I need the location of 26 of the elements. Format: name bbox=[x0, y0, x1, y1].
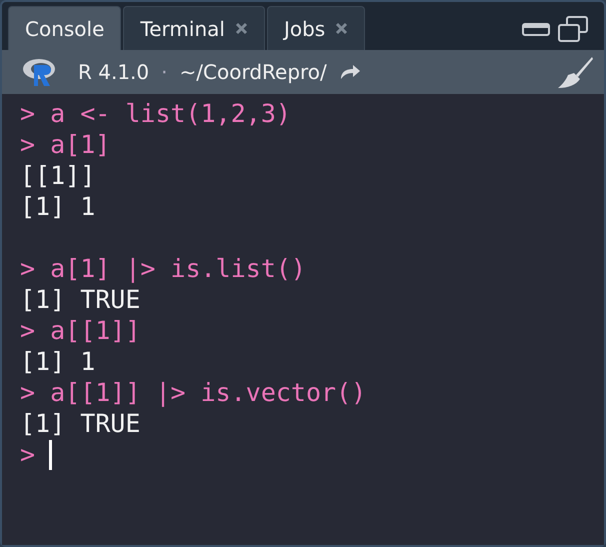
console-input-line: > a <- list(1,2,3) bbox=[20, 98, 291, 129]
r-version: R 4.1.0 bbox=[78, 59, 150, 86]
console-input-line: > a[1] bbox=[20, 129, 110, 160]
working-directory: ~/CoordRepro/ bbox=[180, 59, 327, 86]
maximize-icon[interactable] bbox=[558, 16, 588, 42]
close-icon[interactable] bbox=[335, 22, 348, 35]
tab[interactable]: Terminal bbox=[123, 6, 265, 50]
console-input-line: > a[[1]] |> is.vector() bbox=[20, 377, 366, 408]
console-output[interactable]: > a <- list(1,2,3) > a[1] [[1]] [1] 1 > a[1] |> is.list() [1] TRUE > a[[1]] [1] 1 > a[[1]] |> is.vector() [1] TRUE > bbox=[2, 94, 604, 545]
console-input-line: > a[1] |> is.list() bbox=[20, 253, 306, 284]
console-input-line: > a[[1]] bbox=[20, 315, 140, 346]
console-output-line: [1] 1 bbox=[20, 191, 96, 222]
console-output-line: [1] TRUE bbox=[20, 408, 140, 439]
console-output-line: [1] TRUE bbox=[20, 284, 140, 315]
r-logo-icon bbox=[22, 57, 58, 87]
close-icon[interactable] bbox=[234, 22, 248, 35]
text-cursor bbox=[49, 440, 52, 470]
minimize-icon[interactable] bbox=[522, 22, 550, 36]
separator: · bbox=[161, 59, 168, 86]
broom-icon[interactable] bbox=[556, 55, 594, 89]
console-output-line: [[1]] bbox=[20, 160, 96, 191]
console-input-line: > bbox=[20, 439, 36, 470]
tab[interactable]: Jobs bbox=[266, 6, 366, 50]
arrow-icon[interactable] bbox=[338, 64, 361, 80]
console-output-line: [1] 1 bbox=[20, 346, 96, 377]
tab[interactable]: Console bbox=[8, 6, 122, 50]
